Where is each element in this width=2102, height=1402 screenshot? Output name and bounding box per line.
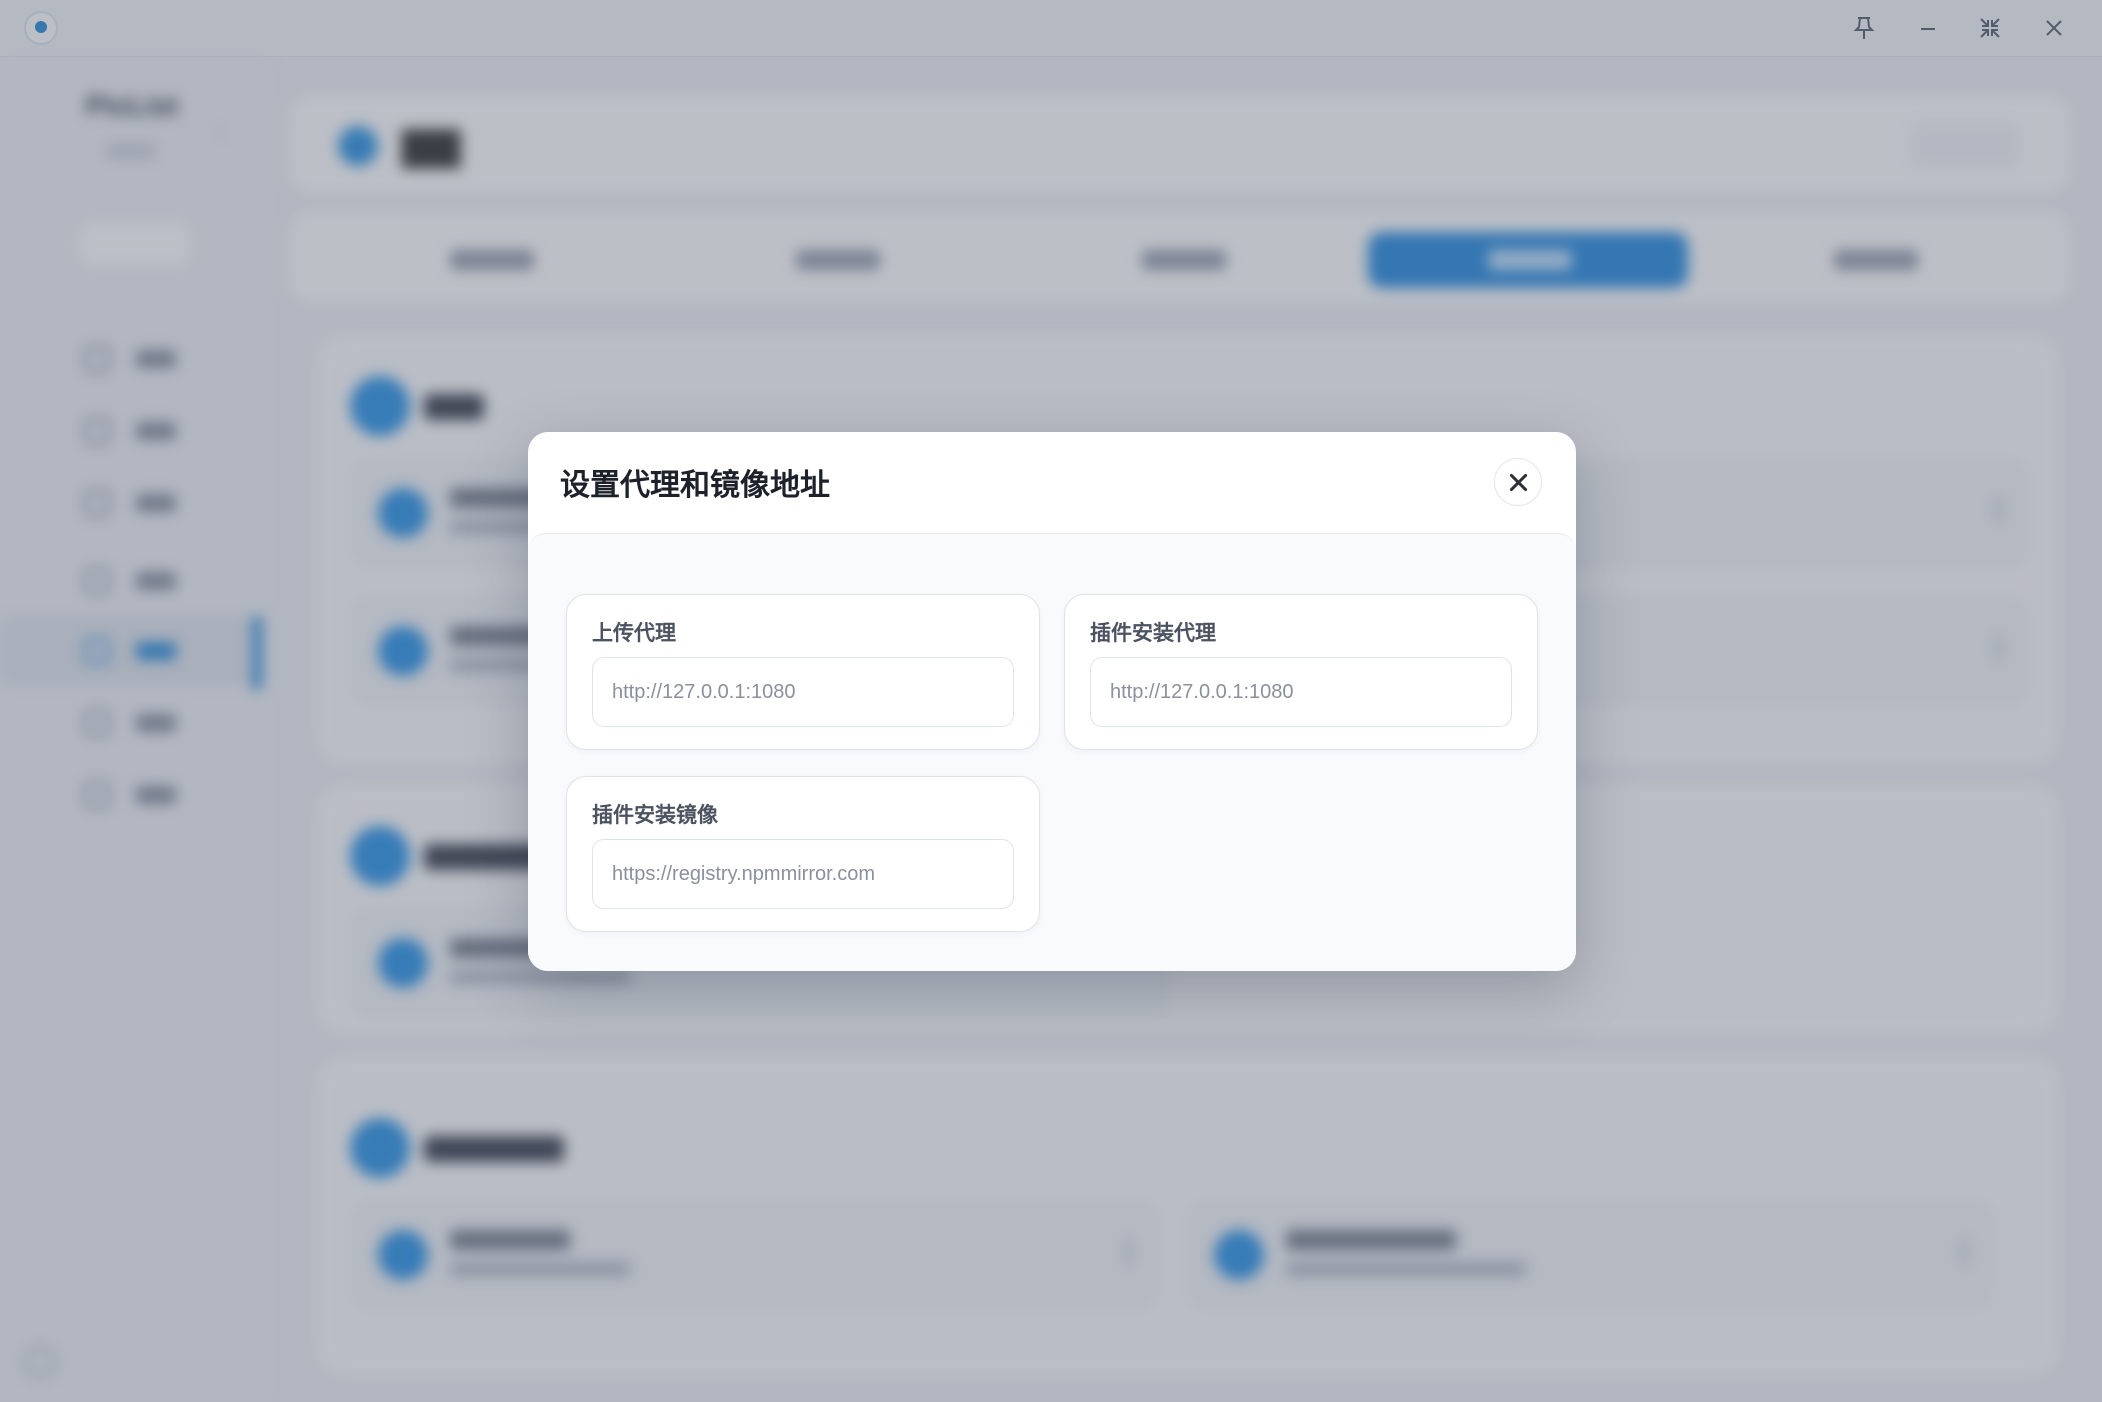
upload-proxy-input[interactable] (592, 657, 1014, 727)
dialog-title: 设置代理和镜像地址 (560, 469, 830, 502)
dialog-body: 上传代理 插件安装代理 插件安装镜像 (528, 533, 1576, 971)
plugin-install-mirror-input[interactable] (592, 839, 1014, 909)
plugin-install-proxy-field: 插件安装代理 (1064, 594, 1538, 750)
plugin-install-mirror-field: 插件安装镜像 (566, 776, 1040, 932)
field-label: 插件安装镜像 (592, 804, 718, 827)
field-label: 插件安装代理 (1090, 622, 1216, 645)
plugin-install-proxy-input[interactable] (1090, 657, 1512, 727)
proxy-settings-dialog: 设置代理和镜像地址 上传代理 插件安装代理 插件安装镜像 (528, 432, 1576, 971)
upload-proxy-field: 上传代理 (566, 594, 1040, 750)
dialog-header: 设置代理和镜像地址 (528, 432, 1576, 532)
close-dialog-button[interactable] (1494, 458, 1542, 506)
field-label: 上传代理 (592, 622, 676, 645)
